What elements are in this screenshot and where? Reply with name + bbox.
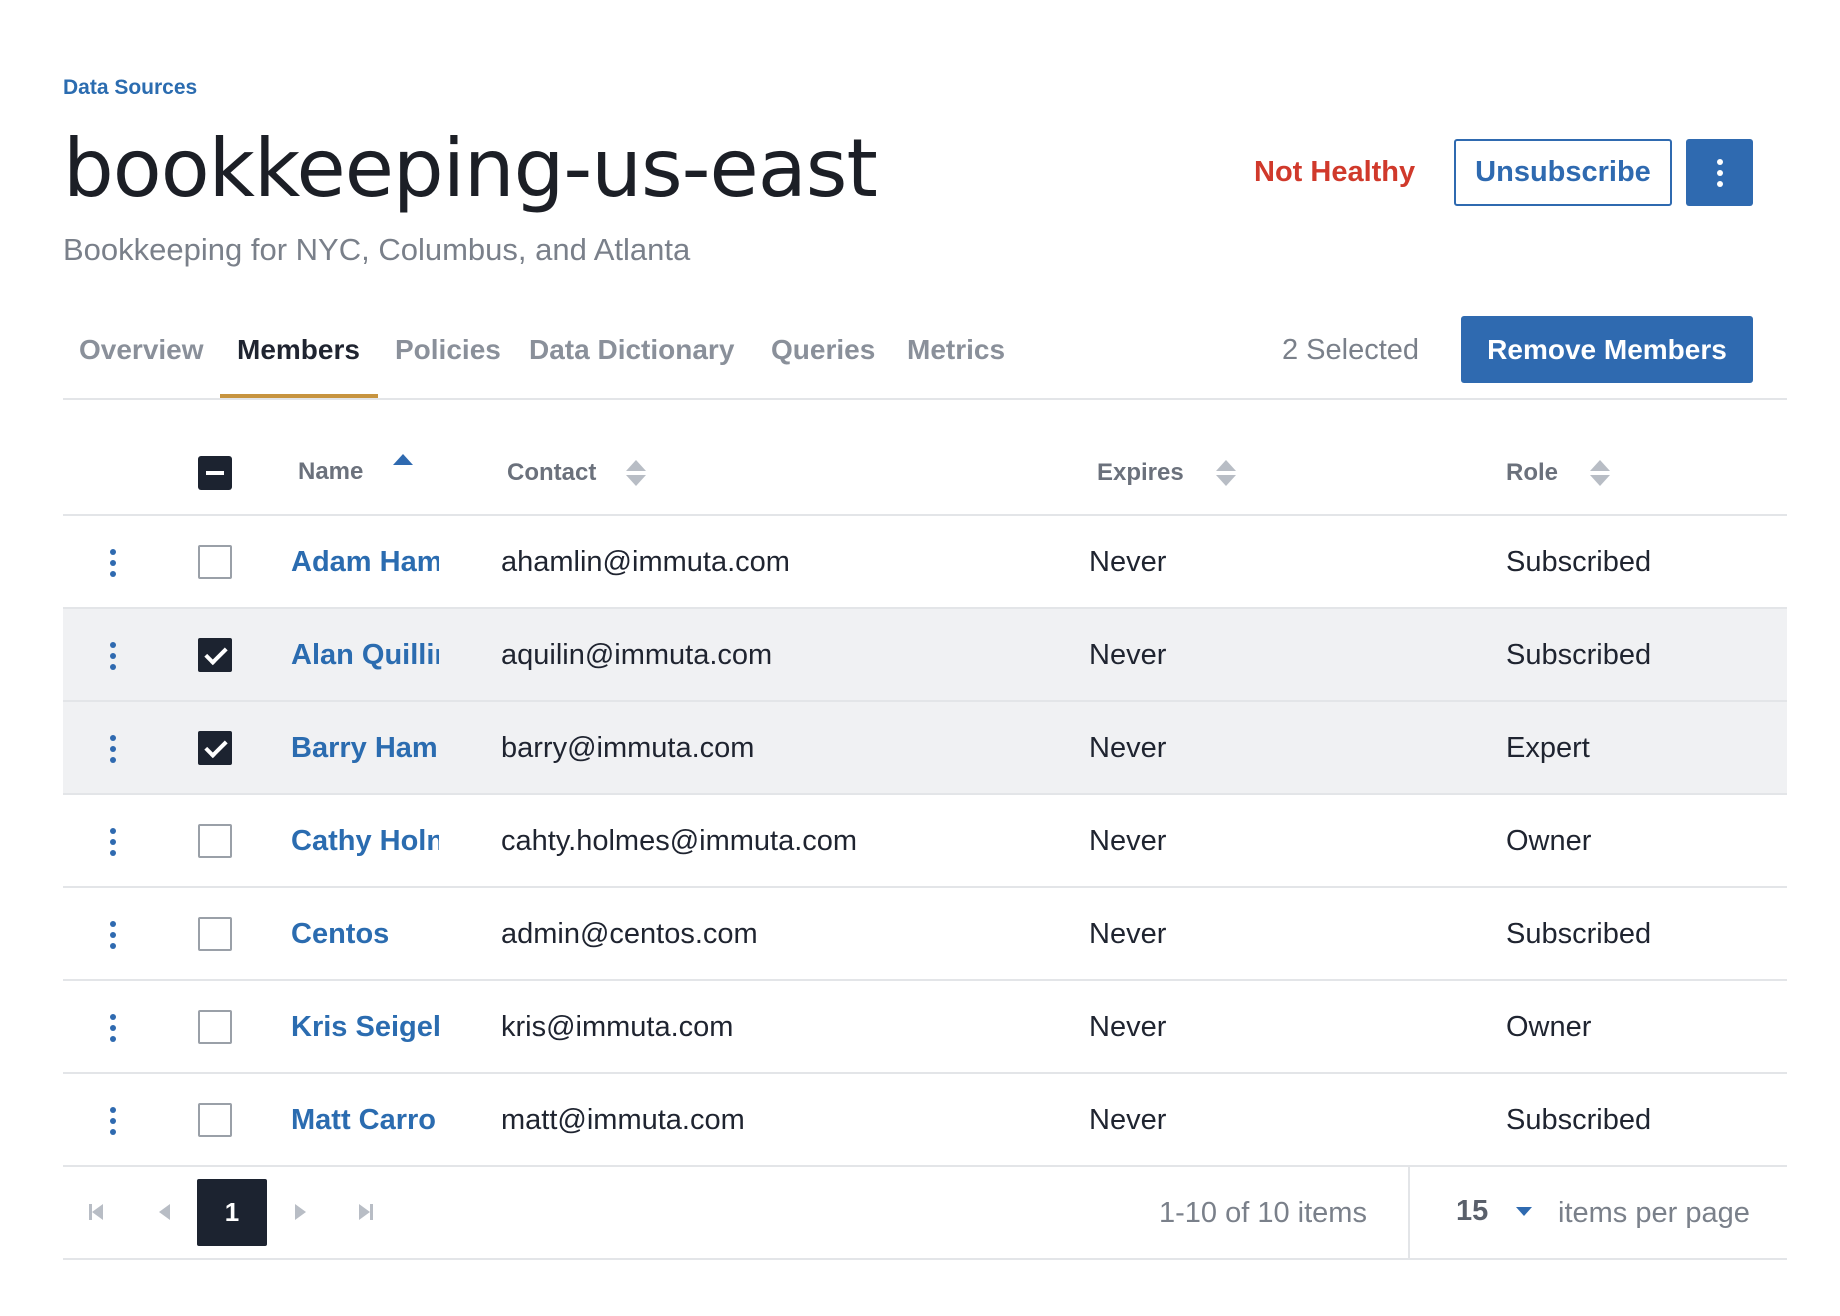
- per-page-label: items per page: [1558, 1197, 1750, 1229]
- member-expires: Never: [1089, 825, 1167, 857]
- member-role: Expert: [1506, 732, 1590, 764]
- row-actions-icon[interactable]: [101, 639, 125, 673]
- previous-page-icon[interactable]: [149, 1197, 179, 1227]
- column-header-role[interactable]: Role: [1506, 458, 1611, 488]
- sort-icon: [1215, 458, 1236, 488]
- member-name-link[interactable]: Kris Seigel: [291, 1011, 439, 1044]
- member-contact: cahty.holmes@immuta.com: [501, 825, 858, 857]
- row-checkbox[interactable]: [198, 917, 232, 951]
- column-label: Role: [1506, 459, 1559, 486]
- member-contact: aquilin@immuta.com: [501, 639, 773, 671]
- row-checkbox[interactable]: [198, 731, 232, 765]
- row-actions-icon[interactable]: [101, 825, 125, 859]
- row-checkbox[interactable]: [198, 1103, 232, 1137]
- member-name-link[interactable]: Centos: [291, 918, 439, 951]
- member-expires: Never: [1089, 918, 1167, 950]
- sort-icon: [1590, 458, 1611, 488]
- tab-data-dictionary[interactable]: Data Dictionary: [529, 334, 734, 366]
- member-name-link[interactable]: Alan Quillir: [291, 639, 439, 672]
- column-header-expires[interactable]: Expires: [1097, 458, 1236, 488]
- row-actions-icon[interactable]: [101, 918, 125, 952]
- member-name-link[interactable]: Barry Hami: [291, 732, 439, 765]
- row-checkbox[interactable]: [198, 824, 232, 858]
- member-contact: matt@immuta.com: [501, 1104, 745, 1136]
- table-row: Cathy Holn cahty.holmes@immuta.com Never…: [63, 795, 1787, 888]
- row-actions-icon[interactable]: [101, 546, 125, 580]
- tab-policies[interactable]: Policies: [395, 334, 501, 366]
- column-label: Contact: [507, 459, 597, 486]
- per-page-value: 15: [1456, 1195, 1489, 1227]
- per-page-select[interactable]: 15: [1456, 1195, 1533, 1228]
- last-page-icon[interactable]: [351, 1197, 381, 1227]
- member-name-link[interactable]: Cathy Holn: [291, 825, 439, 858]
- pagination: 1 1-10 of 10 items 15 items per page: [63, 1167, 1787, 1260]
- column-label: Name: [298, 458, 364, 485]
- divider: [1408, 1167, 1410, 1260]
- sort-icon: [626, 458, 647, 488]
- table-header: Name Contact Expires Role: [63, 428, 1787, 516]
- page-number-button[interactable]: 1: [197, 1179, 267, 1246]
- member-role: Subscribed: [1506, 639, 1652, 671]
- table-row: Matt Carro matt@immuta.com Never Subscri…: [63, 1074, 1787, 1167]
- tab-members[interactable]: Members: [237, 334, 360, 366]
- member-contact: ahamlin@immuta.com: [501, 546, 790, 578]
- table-row: Adam Ham ahamlin@immuta.com Never Subscr…: [63, 516, 1787, 609]
- member-name-link[interactable]: Adam Ham: [291, 546, 439, 579]
- more-actions-button[interactable]: [1686, 139, 1753, 206]
- row-actions-icon[interactable]: [101, 1011, 125, 1045]
- unsubscribe-button[interactable]: Unsubscribe: [1454, 139, 1672, 206]
- row-checkbox[interactable]: [198, 638, 232, 672]
- column-header-contact[interactable]: Contact: [507, 458, 647, 488]
- page-title: bookkeeping-us-east: [63, 122, 878, 215]
- member-expires: Never: [1089, 1104, 1167, 1136]
- caret-down-icon: [1516, 1207, 1533, 1216]
- select-all-checkbox[interactable]: [198, 456, 232, 490]
- column-header-name[interactable]: Name: [298, 454, 414, 486]
- tab-metrics[interactable]: Metrics: [907, 334, 1005, 366]
- table-row: Barry Hami barry@immuta.com Never Expert: [63, 702, 1787, 795]
- member-contact: kris@immuta.com: [501, 1011, 734, 1043]
- next-page-icon[interactable]: [285, 1197, 315, 1227]
- row-checkbox[interactable]: [198, 545, 232, 579]
- health-status: Not Healthy: [1254, 156, 1416, 188]
- member-role: Subscribed: [1506, 546, 1652, 578]
- member-contact: barry@immuta.com: [501, 732, 755, 764]
- member-expires: Never: [1089, 1011, 1167, 1043]
- pagination-info: 1-10 of 10 items: [1159, 1197, 1367, 1229]
- row-actions-icon[interactable]: [101, 732, 125, 766]
- active-tab-indicator: [220, 394, 378, 398]
- page-subtitle: Bookkeeping for NYC, Columbus, and Atlan…: [63, 232, 691, 267]
- table-row: Alan Quillir aquilin@immuta.com Never Su…: [63, 609, 1787, 702]
- member-name-link[interactable]: Matt Carro: [291, 1104, 439, 1137]
- breadcrumb-data-sources[interactable]: Data Sources: [63, 76, 197, 100]
- table-row: Centos admin@centos.com Never Subscribed: [63, 888, 1787, 981]
- member-expires: Never: [1089, 546, 1167, 578]
- tab-overview[interactable]: Overview: [79, 334, 204, 366]
- member-role: Owner: [1506, 825, 1592, 857]
- member-expires: Never: [1089, 732, 1167, 764]
- page: Data Sources bookkeeping-us-east Bookkee…: [63, 0, 1787, 1316]
- column-label: Expires: [1097, 459, 1184, 486]
- member-expires: Never: [1089, 639, 1167, 671]
- row-actions-icon[interactable]: [101, 1104, 125, 1138]
- members-table: Name Contact Expires Role Adam Ham ahaml…: [63, 428, 1787, 1260]
- member-contact: admin@centos.com: [501, 918, 758, 950]
- tab-bar: Overview Members Policies Data Dictionar…: [63, 316, 1787, 400]
- first-page-icon[interactable]: [81, 1197, 111, 1227]
- member-role: Subscribed: [1506, 1104, 1652, 1136]
- kebab-vertical-icon: [1716, 158, 1723, 187]
- remove-members-button[interactable]: Remove Members: [1461, 316, 1753, 383]
- row-checkbox[interactable]: [198, 1010, 232, 1044]
- table-row: Kris Seigel kris@immuta.com Never Owner: [63, 981, 1787, 1074]
- selected-count: 2 Selected: [1282, 334, 1420, 366]
- member-role: Owner: [1506, 1011, 1592, 1043]
- member-role: Subscribed: [1506, 918, 1652, 950]
- sort-ascending-icon: [393, 452, 414, 482]
- tab-queries[interactable]: Queries: [771, 334, 875, 366]
